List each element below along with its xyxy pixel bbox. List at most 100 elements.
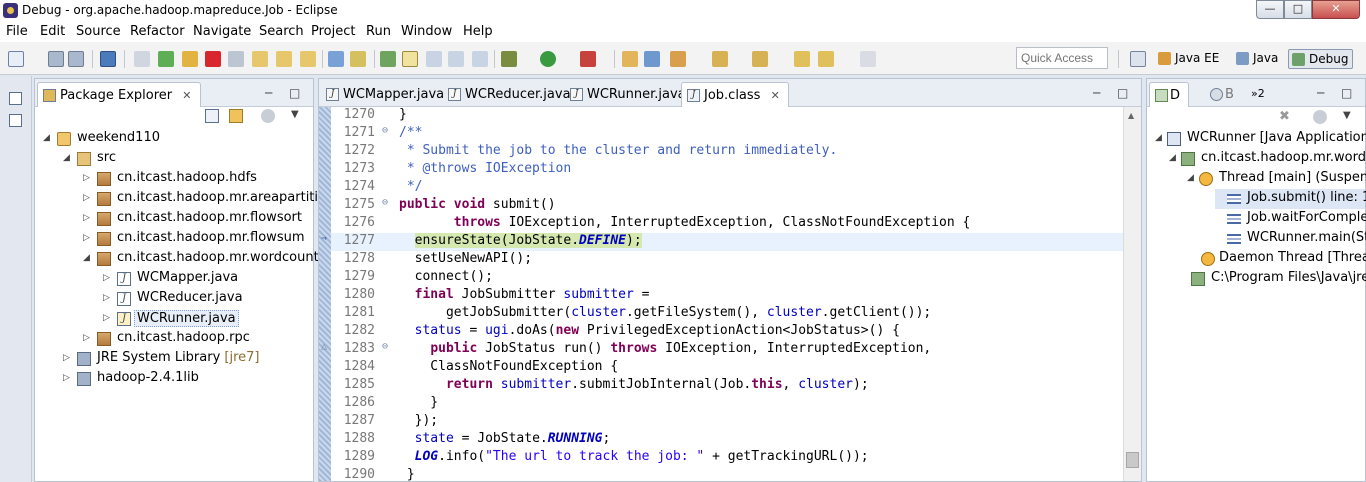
tree-item[interactable]: ▷ cn.itcast.hadoop.mr.flowsort — [83, 209, 313, 229]
terminate-icon[interactable] — [205, 51, 221, 67]
tree-item[interactable]: ▷ J WCRunner.java — [103, 309, 313, 329]
chevron-down-icon[interactable]: ▼ — [291, 109, 299, 120]
toggle-mark-occurrences-icon[interactable] — [402, 51, 418, 67]
previous-annotation-icon[interactable] — [752, 51, 768, 67]
step-over-icon[interactable] — [276, 51, 292, 67]
perspective-java-ee[interactable]: Java EE — [1155, 49, 1223, 69]
tree-item[interactable]: ◢ cn.itcast.hadoop.mr.wordcount — [83, 249, 319, 269]
tree-item[interactable]: ▷ JRE System Library [jre7] — [63, 349, 313, 369]
run-icon[interactable] — [540, 51, 556, 67]
menu-help[interactable]: Help — [463, 24, 493, 39]
disconnect-icon[interactable] — [228, 51, 244, 67]
tree-item[interactable]: ◢ src — [63, 149, 313, 169]
expanded-arrow-icon[interactable]: ◢ — [83, 253, 93, 263]
remove-terminated-icon[interactable]: ✖ — [1279, 110, 1293, 124]
menu-file[interactable]: File — [6, 24, 28, 39]
menu-edit[interactable]: Edit — [40, 24, 65, 39]
external-tools-icon[interactable] — [580, 51, 596, 67]
fold-toggle-icon[interactable]: ⊖ — [379, 341, 391, 352]
block-selection-icon[interactable] — [448, 51, 464, 67]
collapsed-arrow-icon[interactable]: ▷ — [103, 273, 113, 283]
collapsed-arrow-icon[interactable]: ▷ — [63, 373, 73, 383]
scroll-up-icon[interactable]: ▲ — [1128, 111, 1134, 120]
quick-access-input[interactable] — [1016, 47, 1108, 69]
maximize-view-icon[interactable]: □ — [1117, 86, 1128, 100]
restore-icon[interactable] — [9, 92, 22, 105]
fold-toggle-icon[interactable]: ⊖ — [379, 197, 391, 208]
tree-item[interactable]: ▷ hadoop-2.4.1lib — [63, 369, 313, 389]
debug-tree-item[interactable]: ◢ cn.itcast.hadoop.mr.wordc — [1169, 149, 1366, 169]
expanded-arrow-icon[interactable]: ◢ — [63, 153, 73, 163]
debug-tree-item[interactable]: WCRunner.main(Str — [1215, 229, 1366, 249]
menu-project[interactable]: Project — [311, 24, 355, 39]
new-java-package-icon[interactable] — [622, 51, 638, 67]
debug-tree-item[interactable]: ◢ WCRunner [Java Application] — [1155, 129, 1366, 149]
debug-tree-item[interactable]: Job.waitForComple — [1215, 209, 1366, 229]
next-annotation-icon[interactable] — [712, 51, 728, 67]
tab-debug[interactable]: D — [1149, 82, 1190, 107]
tree-item[interactable]: ◢ weekend110 — [43, 129, 313, 149]
minimize-view-icon[interactable]: ─ — [1093, 86, 1100, 100]
tree-item[interactable]: ▷ cn.itcast.hadoop.mr.flowsum — [83, 229, 313, 249]
maximize-button[interactable]: □ — [1284, 0, 1312, 19]
more-views-button[interactable]: »2 — [1245, 82, 1273, 107]
collapsed-arrow-icon[interactable]: ▷ — [63, 353, 73, 363]
minimize-button[interactable]: — — [1256, 0, 1284, 19]
step-return-icon[interactable] — [300, 51, 316, 67]
menu-source[interactable]: Source — [76, 24, 121, 39]
tree-item[interactable]: ▷ J WCMapper.java — [103, 269, 313, 289]
tab-job-class[interactable]: J Job.class ✕ — [681, 82, 789, 107]
collapsed-arrow-icon[interactable]: ▷ — [83, 213, 93, 223]
save-all-icon[interactable] — [68, 51, 84, 67]
suspend-icon[interactable] — [182, 51, 198, 67]
menu-window[interactable]: Window — [401, 24, 452, 39]
toggle-word-wrap-icon[interactable] — [426, 51, 442, 67]
debug-tree-item[interactable]: ◢ Thread [main] (Suspen — [1187, 169, 1366, 189]
view-menu-icon[interactable] — [261, 109, 275, 123]
collapse-all-icon[interactable] — [205, 109, 219, 123]
minimize-view-icon[interactable]: ─ — [265, 86, 272, 100]
tab-wcreducer[interactable]: J WCReducer.java — [443, 82, 579, 107]
new-java-class-icon[interactable] — [644, 51, 660, 67]
collapsed-arrow-icon[interactable]: ▷ — [103, 313, 113, 323]
collapsed-arrow-icon[interactable]: ▷ — [83, 333, 93, 343]
forward-icon[interactable] — [860, 51, 876, 67]
tree-item[interactable]: ▷ cn.itcast.hadoop.mr.areapartition — [83, 189, 334, 209]
perspective-debug[interactable]: Debug — [1288, 49, 1354, 69]
collapsed-arrow-icon[interactable]: ▷ — [83, 173, 93, 183]
maximize-view-icon[interactable]: □ — [289, 86, 300, 100]
debug-tree-item[interactable]: C:\Program Files\Java\jre7 — [1179, 269, 1366, 289]
scrollbar-thumb[interactable] — [1126, 452, 1139, 468]
menu-search[interactable]: Search — [259, 24, 304, 39]
maximize-view-icon[interactable]: □ — [1341, 86, 1352, 100]
tab-wcmapper[interactable]: J WCMapper.java — [321, 82, 452, 107]
minimize-view-icon[interactable]: ─ — [1317, 86, 1324, 100]
open-perspective-icon[interactable] — [1130, 51, 1146, 67]
back-icon[interactable] — [818, 51, 834, 67]
collapsed-arrow-icon[interactable]: ▷ — [83, 233, 93, 243]
chevron-down-icon[interactable]: ▼ — [1343, 110, 1351, 121]
tab-breakpoints[interactable]: B — [1205, 82, 1242, 107]
minimized-view-icon[interactable] — [9, 114, 22, 127]
close-tab-icon[interactable]: ✕ — [182, 89, 191, 102]
code-editor[interactable]: 1270} 1271 ⊖/** 1272 * Submit the job to … — [319, 107, 1123, 481]
expanded-arrow-icon[interactable]: ◢ — [1169, 153, 1176, 163]
fold-toggle-icon[interactable]: ⊖ — [379, 125, 391, 136]
tree-item[interactable]: ▷ J WCReducer.java — [103, 289, 313, 309]
new-icon[interactable] — [8, 51, 24, 67]
perspective-java[interactable]: Java — [1233, 49, 1282, 69]
tab-package-explorer[interactable]: Package Explorer ✕ — [37, 82, 201, 107]
debug-tree-item-selected[interactable]: Job.submit() line: 1: — [1215, 189, 1366, 209]
use-step-filters-icon[interactable] — [350, 51, 366, 67]
expanded-arrow-icon[interactable]: ◢ — [1155, 133, 1162, 143]
tree-item[interactable]: ▷ cn.itcast.hadoop.rpc — [83, 329, 313, 349]
tree-item[interactable]: ▷ cn.itcast.hadoop.hdfs — [83, 169, 313, 189]
resume-icon[interactable] — [158, 51, 174, 67]
collapsed-arrow-icon[interactable]: ▷ — [103, 293, 113, 303]
save-icon[interactable] — [48, 51, 64, 67]
expanded-arrow-icon[interactable]: ◢ — [1187, 173, 1194, 183]
editor-scrollbar[interactable]: ▲ — [1123, 107, 1141, 481]
skip-breakpoints-icon[interactable] — [134, 51, 150, 67]
view-menu-icon[interactable] — [1313, 110, 1327, 124]
terminal-icon[interactable] — [100, 51, 116, 67]
